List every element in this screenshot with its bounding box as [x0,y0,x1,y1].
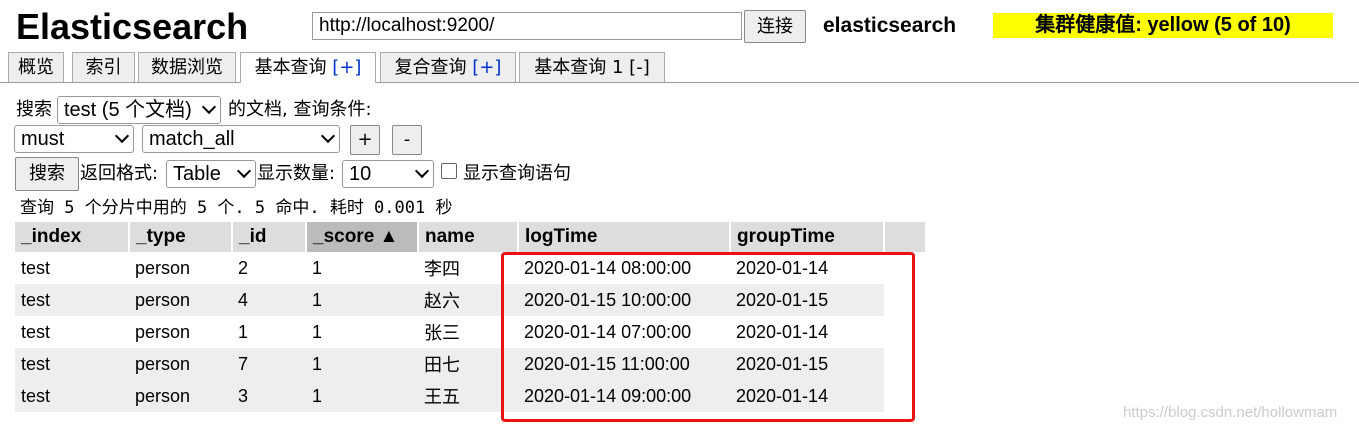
cell-index: test [15,284,129,316]
cluster-name: elasticsearch [823,14,957,37]
index-select[interactable]: test (5 个文档) [57,96,221,124]
format-label: 返回格式: [80,163,159,184]
cell-score: 1 [306,380,418,412]
column-header-index[interactable]: _index [15,222,130,252]
chevron-down-icon [201,99,217,115]
column-header-name[interactable]: name [418,222,519,252]
bool-select[interactable]: must [14,125,134,153]
tab-data-browser[interactable]: 数据浏览 [138,52,236,82]
cell-score: 1 [306,252,418,284]
cell-type: person [129,252,232,284]
search-button[interactable]: 搜索 [15,157,79,191]
format-select[interactable]: Table [166,160,256,188]
app-title: Elasticsearch [16,6,249,47]
cell-index: test [15,348,129,380]
column-header-filler [884,222,927,252]
column-header-score[interactable]: _score ▲ [306,222,419,252]
show-query-label: 显示查询语句 [463,163,571,184]
column-header-id[interactable]: _id [232,222,307,252]
server-url-input[interactable] [312,12,742,40]
cell-id: 2 [232,252,306,284]
search-label: 搜索 [16,99,52,120]
cell-index: test [15,316,129,348]
chevron-down-icon [414,163,430,179]
cell-type: person [129,316,232,348]
table-header-row: _index _type _id _score ▲ name logTime g… [15,222,927,252]
tab-overview[interactable]: 概览 [8,52,64,82]
column-header-type[interactable]: _type [129,222,233,252]
docs-label: 的文档, 查询条件: [228,99,372,120]
cell-index: test [15,380,129,412]
column-header-logtime[interactable]: logTime [518,222,731,252]
column-header-grouptime[interactable]: groupTime [730,222,885,252]
count-label: 显示数量: [257,163,336,184]
show-query-checkbox[interactable] [441,163,457,179]
chevron-down-icon [320,128,336,144]
cluster-health-badge: 集群健康值: yellow (5 of 10) [993,13,1333,38]
chevron-down-icon [236,163,252,179]
cell-score: 1 [306,284,418,316]
highlight-annotation-box [501,252,915,422]
cell-score: 1 [306,316,418,348]
watermark: https://blog.csdn.net/hollowmam [1123,404,1338,421]
connect-button[interactable]: 连接 [744,10,806,43]
tab-indices[interactable]: 索引 [72,52,135,82]
cell-type: person [129,380,232,412]
tab-basic-query[interactable]: 基本查询 [+] [240,52,376,84]
remove-condition-button[interactable]: - [392,125,422,155]
match-select[interactable]: match_all [142,125,340,153]
chevron-down-icon [114,128,130,144]
cell-type: person [129,284,232,316]
query-stats: 查询 5 个分片中用的 5 个. 5 命中. 耗时 0.001 秒 [20,198,453,218]
cell-type: person [129,348,232,380]
cell-index: test [15,252,129,284]
tab-basic-query-1[interactable]: 基本查询 1 [-] [519,52,665,82]
tab-compound-query[interactable]: 复合查询 [+] [380,52,516,82]
cell-score: 1 [306,348,418,380]
count-select[interactable]: 10 [342,160,434,188]
cell-id: 3 [232,380,306,412]
cell-id: 4 [232,284,306,316]
cell-id: 7 [232,348,306,380]
cell-id: 1 [232,316,306,348]
add-condition-button[interactable]: + [350,125,380,155]
